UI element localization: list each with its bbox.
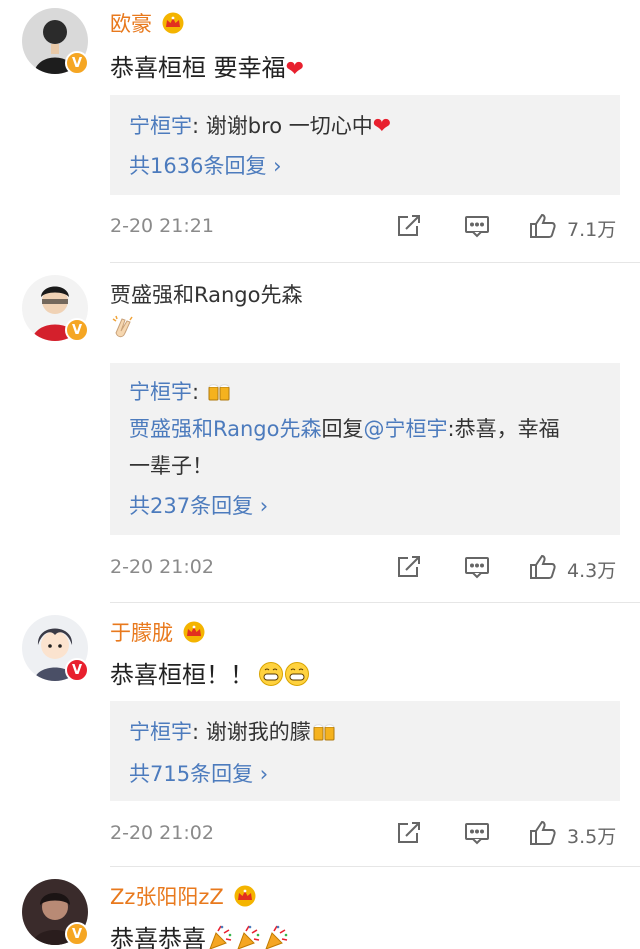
username[interactable]: 欧豪 — [110, 8, 186, 39]
username-text[interactable]: Zz张阳阳zZ — [110, 885, 224, 909]
cheers-beer-emoji-icon — [311, 721, 337, 748]
vip-crown-icon — [181, 621, 207, 648]
nested-reply-username[interactable]: 贾盛强和Rango先森 — [129, 417, 322, 441]
username-text[interactable]: 于朦胧 — [110, 621, 173, 645]
comment-text — [110, 313, 138, 347]
comment-text-content: 恭喜桓桓！！ — [110, 661, 254, 689]
reply-box[interactable]: 宁桓宇: 谢谢bro 一切心中❤ 共1636条回复 › — [110, 95, 620, 195]
username[interactable]: 贾盛强和Rango先森 — [110, 279, 303, 309]
heart-emoji-icon: ❤ — [372, 114, 392, 139]
verified-badge-icon: V — [65, 658, 89, 682]
nested-reply-line: 贾盛强和Rango先森回复@宁桓宇:恭喜，幸福 — [129, 413, 560, 443]
reply-box[interactable]: 宁桓宇: 谢谢我的朦 共715条回复 › — [110, 701, 620, 801]
repost-icon[interactable] — [395, 819, 423, 851]
username[interactable]: Zz张阳阳zZ — [110, 881, 258, 912]
comment-icon[interactable] — [463, 212, 491, 244]
comment-item: V Zz张阳阳zZ 恭喜恭喜 — [0, 867, 640, 949]
like-count: 7.1万 — [567, 219, 617, 241]
nested-reply-mention[interactable]: @宁桓宇 — [364, 417, 448, 441]
party-popper-emoji-icon — [206, 923, 290, 949]
reply-line: 宁桓宇: — [129, 376, 232, 408]
vip-crown-icon — [232, 885, 258, 912]
reply-text: 谢谢bro 一切心中 — [205, 114, 373, 138]
comment-text: 恭喜桓桓 要幸福❤ — [110, 48, 304, 83]
more-replies-link[interactable]: 共715条回复 › — [129, 758, 268, 788]
clapping-hands-emoji-icon — [110, 315, 138, 347]
reply-line: 宁桓宇: 谢谢我的朦 — [129, 716, 337, 748]
comment-text: 恭喜桓桓！！ — [110, 655, 310, 693]
reply-username[interactable]: 宁桓宇 — [129, 114, 192, 138]
like-icon[interactable] — [528, 553, 558, 585]
username[interactable]: 于朦胧 — [110, 617, 207, 648]
repost-icon[interactable] — [395, 553, 423, 585]
comment-timestamp: 2-20 21:02 — [110, 822, 214, 844]
reply-username[interactable]: 宁桓宇 — [129, 380, 192, 404]
verified-badge-icon: V — [65, 922, 89, 946]
action-bar: 3.5万 — [395, 819, 625, 849]
like-count: 4.3万 — [567, 560, 617, 582]
more-replies-link[interactable]: 共237条回复 › — [129, 490, 268, 520]
comment-timestamp: 2-20 21:02 — [110, 556, 214, 578]
comment-item: V 欧豪 恭喜桓桓 要幸福❤ 宁桓宇: 谢谢bro 一切心中❤ 共1636条回复… — [0, 0, 640, 260]
nested-reply-line-2: 一辈子！ — [129, 454, 213, 478]
vip-crown-icon — [160, 12, 186, 39]
comment-icon[interactable] — [463, 553, 491, 585]
comment-text: 恭喜恭喜 — [110, 919, 290, 949]
reply-box[interactable]: 宁桓宇: 贾盛强和Rango先森回复@宁桓宇:恭喜，幸福 一辈子！ 共237条回… — [110, 363, 620, 535]
comment-item: V 于朦胧 恭喜桓桓！！ 宁桓宇: 谢谢我的朦 共715条回复 › 2-20 2… — [0, 603, 640, 863]
comment-text-content: 恭喜恭喜 — [110, 925, 206, 949]
comment-timestamp: 2-20 21:21 — [110, 215, 214, 237]
reply-line: 宁桓宇: 谢谢bro 一切心中❤ — [129, 110, 391, 140]
grin-face-emoji-icon — [258, 661, 310, 693]
reply-colon: : — [192, 380, 206, 404]
reply-colon: : — [192, 114, 206, 138]
comment-text-content: 恭喜桓桓 要幸福 — [110, 54, 286, 82]
reply-text: 谢谢我的朦 — [205, 720, 311, 744]
like-count: 3.5万 — [567, 826, 617, 848]
nested-reply-word: 回复 — [321, 417, 364, 441]
heart-emoji-icon: ❤ — [285, 57, 305, 82]
cheers-beer-emoji-icon — [206, 381, 232, 408]
repost-icon[interactable] — [395, 212, 423, 244]
nested-reply-text: :恭喜，幸福 — [447, 417, 560, 441]
more-replies-link[interactable]: 共1636条回复 › — [129, 150, 282, 180]
like-icon[interactable] — [528, 819, 558, 851]
action-bar: 4.3万 — [395, 553, 625, 583]
reply-username[interactable]: 宁桓宇 — [129, 720, 192, 744]
comment-icon[interactable] — [463, 819, 491, 851]
action-bar: 7.1万 — [395, 212, 625, 242]
reply-colon: : — [192, 720, 206, 744]
verified-badge-icon: V — [65, 318, 89, 342]
username-text[interactable]: 欧豪 — [110, 12, 152, 36]
comment-item: V 贾盛强和Rango先森 宁桓宇: 贾盛强和Rango先森回复@宁桓宇:恭喜，… — [0, 263, 640, 603]
verified-badge-icon: V — [65, 51, 89, 75]
like-icon[interactable] — [528, 212, 558, 244]
